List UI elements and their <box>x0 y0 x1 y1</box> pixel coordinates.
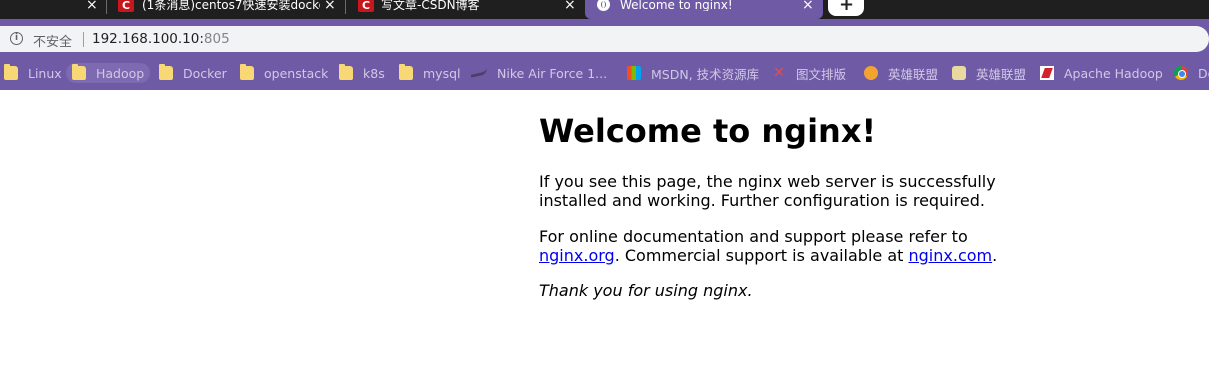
bookmark-nike[interactable]: Nike Air Force 1... <box>471 63 607 83</box>
bookmark-partial[interactable]: Do <box>1174 63 1209 83</box>
msdn-icon <box>627 66 641 80</box>
nginx-org-link[interactable]: nginx.org <box>539 246 615 265</box>
url-text[interactable]: 192.168.100.10:805 <box>92 31 230 47</box>
csdn-favicon-icon: C <box>358 0 374 12</box>
tab-label: (1条消息)centos7快速安装docker <box>142 0 320 11</box>
folder-icon <box>399 64 413 80</box>
tab-close-icon[interactable]: × <box>564 0 576 12</box>
bookmark-label: Hadoop <box>96 65 145 81</box>
bookmark-label: Linux <box>28 65 62 81</box>
tab-close-icon[interactable]: × <box>324 0 336 12</box>
bookmark-label: openstack <box>264 65 329 81</box>
address-bar[interactable]: i 不安全 192.168.100.10:805 <box>0 26 1209 52</box>
bookmark-label: mysql <box>423 65 461 81</box>
bookmark-msdn[interactable]: MSDN, 技术资源库 <box>627 63 759 83</box>
folder-icon <box>159 64 173 80</box>
x-icon: ✕ <box>773 65 785 81</box>
bookmark-label: 英雄联盟 <box>888 66 939 82</box>
bookmark-folder-hadoop[interactable]: Hadoop <box>66 63 151 83</box>
folder-icon <box>72 64 86 80</box>
bookmark-label: 英雄联盟 <box>976 66 1027 82</box>
bookmark-lol-1[interactable]: 英雄联盟 <box>864 63 938 83</box>
bookmark-apache-hadoop[interactable]: Apache Hadoop <box>1040 63 1163 83</box>
chrome-icon <box>1174 66 1188 80</box>
toolbar: i 不安全 192.168.100.10:805 <box>0 19 1209 55</box>
bookmark-label: 图文排版 <box>796 66 847 82</box>
support-paragraph: For online documentation and support ple… <box>539 227 1049 265</box>
tab-label: 写文章-CSDN博客 <box>381 0 480 11</box>
bookmark-folder-mysql[interactable]: mysql <box>399 63 461 83</box>
globe-icon <box>597 0 610 11</box>
url-port: 805 <box>203 31 230 47</box>
bookmarks-bar: Linux Hadoop Docker openstack k8s mysql … <box>0 55 1209 90</box>
folder-icon <box>4 64 18 80</box>
nginx-com-link[interactable]: nginx.com <box>909 246 993 265</box>
plus-icon: + <box>839 0 855 15</box>
page-title: Welcome to nginx! <box>539 112 877 150</box>
tab-csdn-write[interactable]: C 写文章-CSDN博客 × <box>346 0 584 19</box>
bookmark-folder-k8s[interactable]: k8s <box>339 63 385 83</box>
csdn-favicon-icon: C <box>118 0 134 12</box>
hadoop-icon <box>1040 66 1054 80</box>
bookmark-layout[interactable]: ✕ 图文排版 <box>772 63 846 83</box>
support-text: For online documentation and support ple… <box>539 227 968 246</box>
bookmark-folder-openstack[interactable]: openstack <box>240 63 328 83</box>
bookmark-folder-linux[interactable]: Linux <box>4 63 62 83</box>
folder-icon <box>339 64 353 80</box>
security-indicator[interactable]: 不安全 <box>33 31 72 50</box>
tab-close-icon[interactable]: × <box>86 0 98 12</box>
lol-icon <box>864 66 878 80</box>
intro-paragraph: If you see this page, the nginx web serv… <box>539 172 996 210</box>
tab-csdn-docker[interactable]: C (1条消息)centos7快速安装docker × <box>107 0 345 19</box>
url-host: 192.168.100.10: <box>92 31 204 47</box>
tab-previous[interactable]: × <box>0 0 105 19</box>
tab-label: Welcome to nginx! <box>620 0 733 11</box>
support-text: . <box>992 246 998 265</box>
support-text: . Commercial support is available at <box>614 246 909 265</box>
bookmark-label: k8s <box>363 65 385 81</box>
bookmark-label: Apache Hadoop <box>1064 65 1163 81</box>
info-icon[interactable]: i <box>10 32 23 45</box>
new-tab-button[interactable]: + <box>828 0 864 16</box>
bookmark-folder-docker[interactable]: Docker <box>159 63 227 83</box>
tab-close-icon[interactable]: × <box>802 0 814 12</box>
nike-icon <box>471 68 487 78</box>
bookmark-label: Do <box>1198 65 1209 81</box>
bookmark-lol-2[interactable]: 英雄联盟 <box>952 63 1026 83</box>
thank-you-text: Thank you for using nginx. <box>539 281 753 300</box>
lol-icon <box>952 66 966 80</box>
bookmark-label: MSDN, 技术资源库 <box>651 66 760 82</box>
omnibox-divider <box>83 32 84 47</box>
bookmark-label: Docker <box>183 65 227 81</box>
folder-icon <box>240 64 254 80</box>
tab-nginx-active[interactable]: Welcome to nginx! × <box>585 0 823 19</box>
tab-strip: × C (1条消息)centos7快速安装docker × C 写文章-CSDN… <box>0 0 1209 19</box>
bookmark-label: Nike Air Force 1... <box>497 65 608 81</box>
